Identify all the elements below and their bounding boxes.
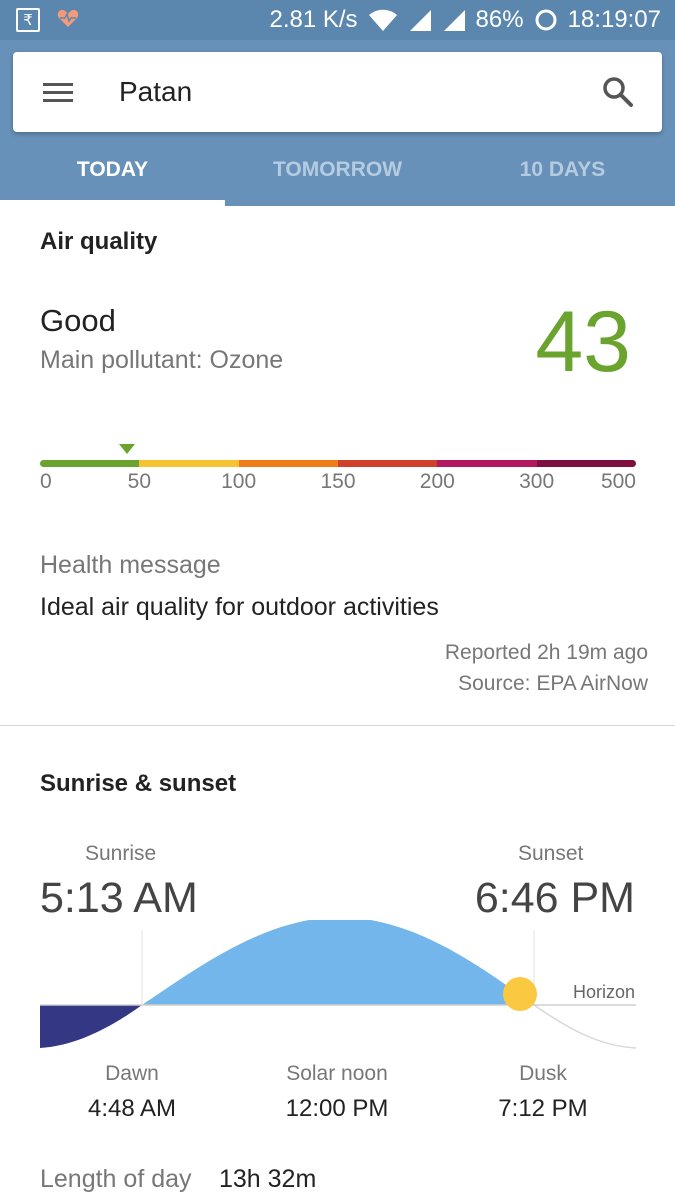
- dawn-time: 4:48 AM: [87, 1095, 177, 1122]
- reported-time: Reported 2h 19m ago: [444, 641, 648, 664]
- aqi-status: Good: [40, 303, 116, 338]
- aqi-value: 43: [535, 294, 631, 390]
- clock: 18:19:07: [567, 6, 661, 33]
- sun-icon: [503, 977, 537, 1011]
- network-speed: 2.81 K/s: [269, 6, 358, 33]
- aqi-scale-tick: 0: [40, 470, 52, 493]
- sunrise-time: 5:13 AM: [40, 874, 198, 922]
- main-pollutant: Main pollutant: Ozone: [40, 346, 284, 374]
- active-tab-indicator: [0, 200, 225, 206]
- health-message-label: Health message: [40, 551, 221, 579]
- aqi-scale-tick: 200: [419, 470, 455, 493]
- search-bar[interactable]: Patan: [13, 52, 662, 132]
- aqi-scale-tick: 500: [600, 470, 636, 493]
- menu-icon[interactable]: [39, 74, 79, 110]
- aqi-scale-tick: 100: [221, 470, 257, 493]
- health-message-text: Ideal air quality for outdoor activities: [40, 593, 439, 621]
- dusk-label: Dusk: [519, 1062, 567, 1085]
- sunset-time: 6:46 PM: [474, 874, 635, 922]
- aqi-scale-tick: 50: [127, 470, 152, 493]
- dusk-time: 7:12 PM: [498, 1095, 588, 1122]
- data-source: Source: EPA AirNow: [458, 672, 648, 695]
- battery-saver-icon: [535, 9, 557, 31]
- sunrise-label: Sunrise: [85, 842, 157, 865]
- aqi-scale: 0 50 100 150 200 300 500: [40, 440, 636, 500]
- evening-curve: [533, 1004, 637, 1049]
- aqi-scale-tick: 150: [320, 470, 356, 493]
- signal-icon-2: [443, 10, 465, 31]
- app-header: Patan TODAY TOMORROW 10 DAYS: [0, 40, 675, 206]
- horizon-label: Horizon: [572, 982, 635, 1002]
- rupee-notification-icon: ₹: [16, 8, 40, 32]
- tab-tomorrow[interactable]: TOMORROW: [225, 144, 450, 206]
- search-icon[interactable]: [600, 74, 636, 110]
- section-divider: [0, 725, 675, 726]
- solar-noon-label: Solar noon: [286, 1062, 388, 1085]
- dawn-label: Dawn: [105, 1062, 159, 1085]
- aqi-scale-segment: [139, 460, 240, 467]
- battery-level: 86%: [475, 6, 524, 33]
- signal-icon: [409, 10, 431, 31]
- solar-noon-time: 12:00 PM: [285, 1095, 389, 1122]
- air-quality-title: Air quality: [40, 228, 158, 255]
- aqi-scale-segment: [238, 460, 339, 467]
- tab-10-days[interactable]: 10 DAYS: [450, 144, 675, 206]
- aqi-scale-segment: [437, 460, 538, 467]
- tab-bar: TODAY TOMORROW 10 DAYS: [0, 144, 675, 206]
- length-of-day-label: Length of day: [40, 1165, 192, 1193]
- heart-rate-icon: [57, 9, 79, 27]
- status-bar: ₹ 2.81 K/s 86% 18:19:07: [0, 0, 675, 40]
- aqi-scale-tick: 300: [519, 470, 555, 493]
- aqi-marker: [119, 444, 136, 454]
- sunset-label: Sunset: [518, 842, 584, 865]
- length-of-day-value: 13h 32m: [219, 1165, 317, 1193]
- tab-today[interactable]: TODAY: [0, 144, 225, 206]
- aqi-scale-segment: [40, 460, 141, 467]
- night-area: [40, 1005, 142, 1048]
- wifi-icon: [368, 9, 397, 31]
- sun-title: Sunrise & sunset: [40, 770, 237, 797]
- day-arc: [142, 920, 534, 1005]
- location-name[interactable]: Patan: [119, 74, 192, 110]
- aqi-scale-segment: [338, 460, 439, 467]
- status-right: 2.81 K/s 86% 18:19:07: [269, 4, 661, 36]
- aqi-scale-segment: [536, 460, 636, 467]
